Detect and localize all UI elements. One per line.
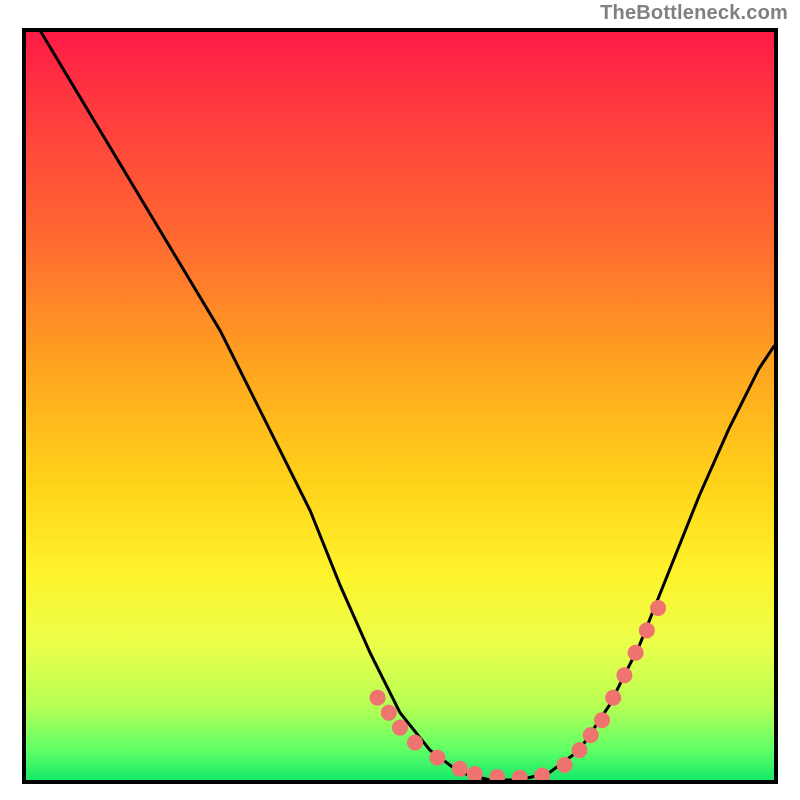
highlight-dot <box>650 600 666 616</box>
attribution-label: TheBottleneck.com <box>600 2 788 25</box>
highlight-dot <box>534 768 550 781</box>
highlight-dot <box>557 757 573 773</box>
highlight-dot <box>489 769 505 780</box>
highlight-dot <box>381 705 397 721</box>
highlight-dot <box>429 750 445 766</box>
highlight-dot <box>583 727 599 743</box>
highlight-dot <box>452 761 468 777</box>
plot-area <box>22 28 778 784</box>
highlight-dot <box>392 720 408 736</box>
highlight-dot <box>628 645 644 661</box>
highlight-dots <box>370 600 666 780</box>
highlight-dot <box>370 690 386 706</box>
highlight-dot <box>605 690 621 706</box>
highlight-dot <box>512 770 528 780</box>
highlight-dot <box>467 766 483 780</box>
highlight-dot <box>594 712 610 728</box>
highlight-dot <box>616 667 632 683</box>
highlight-dot <box>639 622 655 638</box>
bottleneck-curve <box>41 32 774 780</box>
highlight-dot <box>572 742 588 758</box>
highlight-dot <box>407 735 423 751</box>
chart-stage: TheBottleneck.com <box>0 0 800 800</box>
chart-svg <box>26 32 774 780</box>
